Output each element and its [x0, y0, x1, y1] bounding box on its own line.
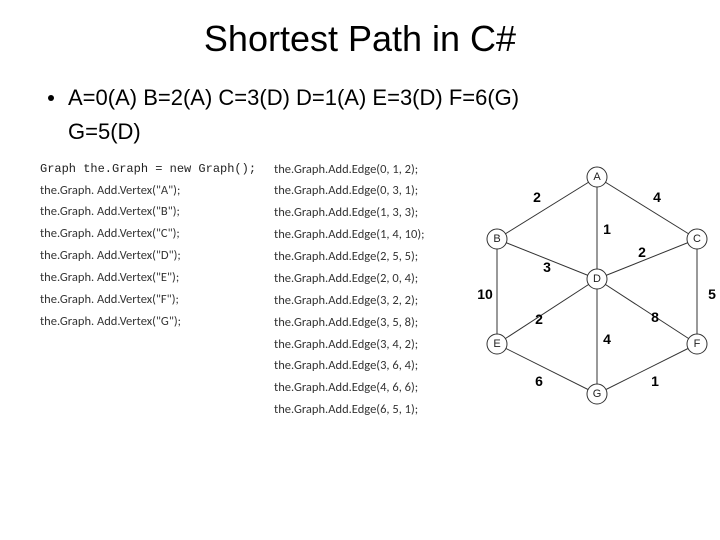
code-line: the.Graph.Add.Edge(4, 6, 6);	[274, 377, 449, 399]
graph-edge	[597, 344, 697, 394]
code-line: the.Graph. Add.Vertex("C");	[40, 223, 256, 245]
graph-edge	[497, 177, 597, 239]
slide: Shortest Path in C# A=0(A) B=2(A) C=3(D)…	[0, 0, 720, 540]
graph-edge	[497, 279, 597, 344]
code-line: the.Graph.Add.Edge(2, 0, 4);	[274, 268, 449, 290]
graph-node-label: F	[694, 338, 701, 350]
graph-node-label: A	[593, 171, 601, 183]
code-column-edges: the.Graph.Add.Edge(0, 1, 2);the.Graph.Ad…	[274, 159, 449, 422]
graph-edge	[497, 344, 597, 394]
edge-weight: 2	[638, 244, 646, 260]
slide-title: Shortest Path in C#	[40, 18, 680, 60]
code-line: the.Graph.Add.Edge(0, 1, 2);	[274, 159, 449, 181]
code-line: the.Graph.Add.Edge(3, 5, 8);	[274, 312, 449, 334]
result-text-cont: G=5(D)	[68, 119, 680, 145]
edge-weight: 2	[533, 189, 541, 205]
edge-weight: 5	[708, 286, 716, 302]
graph-node-label: E	[493, 338, 500, 350]
edge-weight: 8	[651, 309, 659, 325]
graph-node-label: C	[693, 233, 701, 245]
result-bullet: A=0(A) B=2(A) C=3(D) D=1(A) E=3(D) F=6(G…	[48, 84, 680, 113]
graph-node-label: B	[493, 233, 500, 245]
code-line: the.Graph. Add.Vertex("F");	[40, 289, 256, 311]
graph-node-label: G	[593, 388, 602, 400]
edge-weight: 3	[543, 259, 551, 275]
code-line: the.Graph.Add.Edge(3, 4, 2);	[274, 334, 449, 356]
code-line: the.Graph. Add.Vertex("E");	[40, 267, 256, 289]
code-line: the.Graph.Add.Edge(3, 6, 4);	[274, 355, 449, 377]
graph-edge	[597, 279, 697, 344]
content-columns: Graph the.Graph = new Graph();the.Graph.…	[40, 159, 680, 422]
code-line: the.Graph. Add.Vertex("B");	[40, 201, 256, 223]
edge-weight: 4	[603, 331, 611, 347]
code-line: the.Graph.Add.Edge(3, 2, 2);	[274, 290, 449, 312]
edge-weight: 10	[477, 286, 493, 302]
code-line: Graph the.Graph = new Graph();	[40, 159, 256, 180]
code-line: the.Graph. Add.Vertex("G");	[40, 311, 256, 333]
edge-weight: 1	[651, 373, 659, 389]
graph-edge	[597, 239, 697, 279]
graph-diagram: 2 4 1 3 10 2 5 2 8 4 6 1 A B C D E F G	[467, 159, 720, 419]
bullet-icon	[48, 95, 54, 101]
code-line: the.Graph.Add.Edge(0, 3, 1);	[274, 180, 449, 202]
code-line: the.Graph.Add.Edge(2, 5, 5);	[274, 246, 449, 268]
code-line: the.Graph. Add.Vertex("D");	[40, 245, 256, 267]
code-column-vertices: Graph the.Graph = new Graph();the.Graph.…	[40, 159, 256, 333]
graph-edge	[597, 177, 697, 239]
graph-node-label: D	[593, 273, 601, 285]
code-line: the.Graph. Add.Vertex("A");	[40, 180, 256, 202]
edge-weight: 4	[653, 189, 661, 205]
edge-weight: 2	[535, 311, 543, 327]
edge-weight: 1	[603, 221, 611, 237]
code-line: the.Graph.Add.Edge(1, 4, 10);	[274, 224, 449, 246]
result-text: A=0(A) B=2(A) C=3(D) D=1(A) E=3(D) F=6(G…	[68, 84, 519, 113]
code-line: the.Graph.Add.Edge(6, 5, 1);	[274, 399, 449, 421]
code-line: the.Graph.Add.Edge(1, 3, 3);	[274, 202, 449, 224]
edge-weight: 6	[535, 373, 543, 389]
